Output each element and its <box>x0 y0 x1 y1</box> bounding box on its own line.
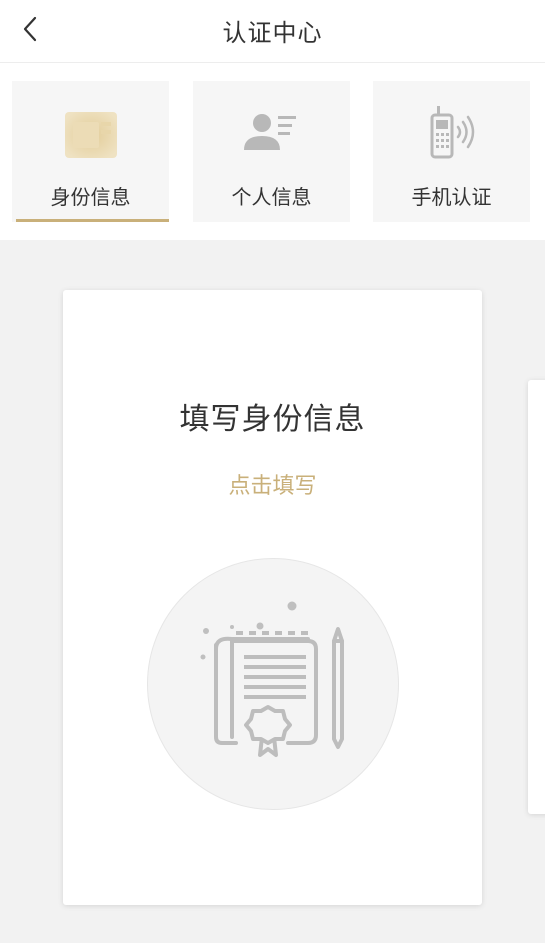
tab-label: 个人信息 <box>231 185 312 209</box>
active-tab-indicator <box>16 219 169 222</box>
phone-signal-icon <box>373 105 530 165</box>
tab-id-info[interactable]: 身份信息 <box>12 81 169 222</box>
tab-phone-auth[interactable]: 手机认证 <box>373 81 530 222</box>
fill-in-link[interactable]: 点击填写 <box>63 468 482 500</box>
page-title: 认证中心 <box>222 19 323 47</box>
next-card-peek[interactable] <box>528 380 545 814</box>
tab-label: 手机认证 <box>411 185 492 209</box>
id-card-icon <box>12 105 169 165</box>
app-header: 认证中心 <box>0 0 545 63</box>
certificate-document-icon <box>200 601 344 757</box>
card-title: 填写身份信息 <box>179 402 366 437</box>
tab-label: 身份信息 <box>50 185 131 209</box>
id-info-card[interactable]: 填写身份信息 点击填写 <box>63 290 482 905</box>
person-info-icon <box>193 105 350 165</box>
tab-personal-info[interactable]: 个人信息 <box>193 81 350 222</box>
illustration-circle <box>147 558 399 810</box>
auth-tabs: 身份信息 个人信息 手机认证 <box>0 63 545 240</box>
